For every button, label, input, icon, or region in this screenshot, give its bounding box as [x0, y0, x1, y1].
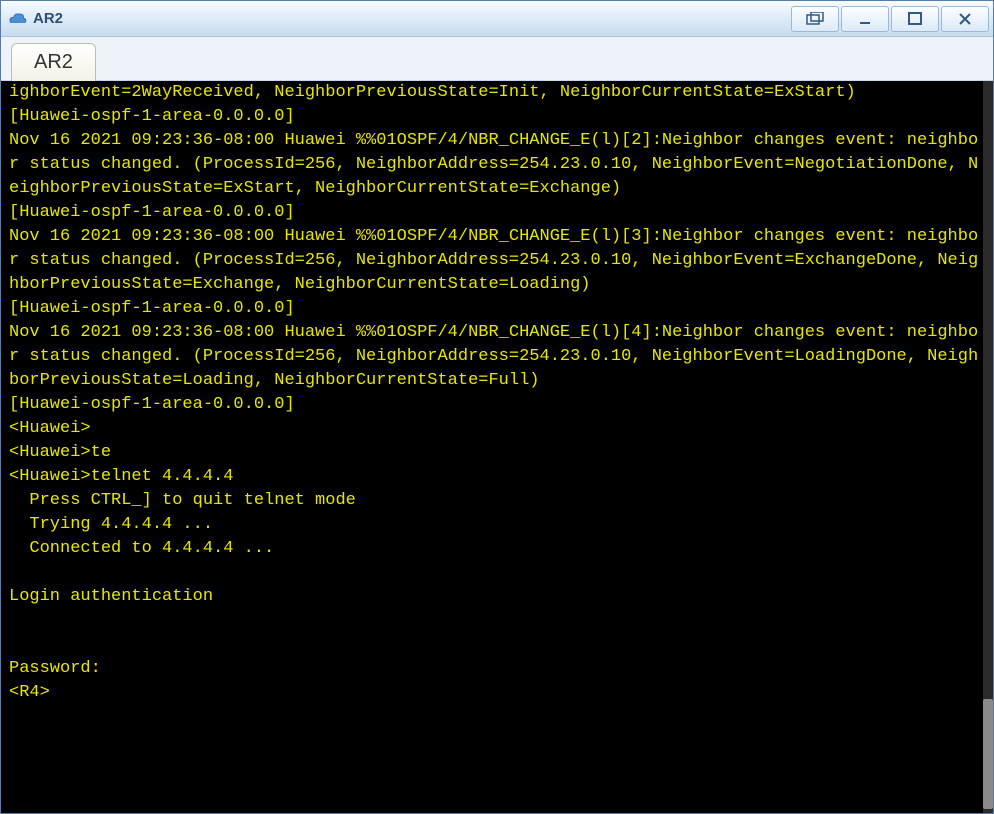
terminal-container: ighborEvent=2WayReceived, NeighborPrevio… — [1, 81, 993, 813]
terminal-output[interactable]: ighborEvent=2WayReceived, NeighborPrevio… — [1, 81, 983, 813]
titlebar[interactable]: AR2 — [1, 1, 993, 37]
tabstrip: AR2 — [1, 37, 993, 81]
scrollbar-thumb[interactable] — [983, 699, 993, 809]
app-window: AR2 — [0, 0, 994, 814]
maximize-button[interactable] — [891, 6, 939, 32]
minimize-button[interactable] — [841, 6, 889, 32]
popout-button[interactable] — [791, 6, 839, 32]
terminal-scrollbar[interactable] — [983, 81, 993, 813]
window-title: AR2 — [33, 10, 789, 27]
tab-ar2[interactable]: AR2 — [11, 43, 96, 81]
tab-label: AR2 — [34, 51, 73, 74]
close-button[interactable] — [941, 6, 989, 32]
app-icon — [7, 9, 27, 29]
window-controls — [789, 6, 989, 32]
